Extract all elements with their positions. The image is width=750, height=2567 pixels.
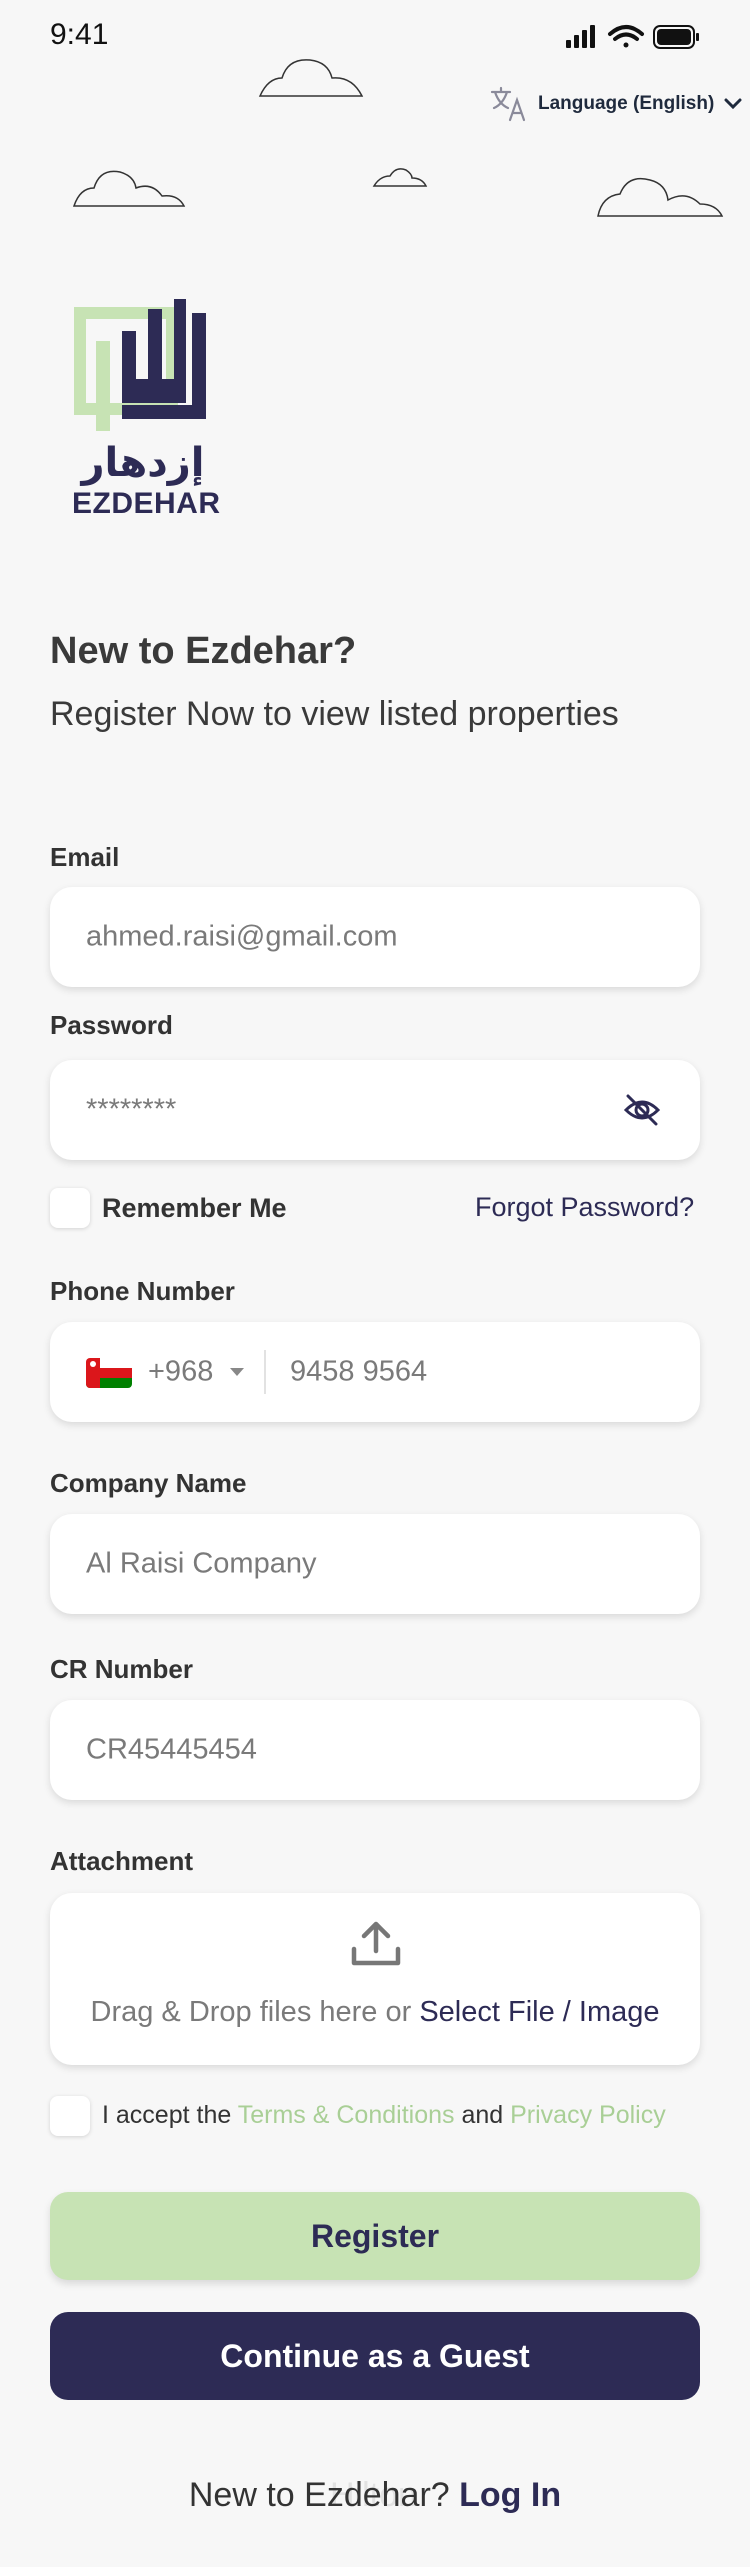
remember-me-label: Remember Me: [102, 1193, 287, 1223]
dropzone-text: Drag & Drop files here or Select File / …: [50, 1996, 700, 2029]
terms-conditions-link[interactable]: Terms & Conditions: [238, 2101, 455, 2129]
status-icons: [566, 25, 699, 49]
caret-down-icon[interactable]: [230, 1368, 244, 1376]
cr-number-field[interactable]: CR45445454: [50, 1700, 700, 1800]
continue-as-guest-button[interactable]: Continue as a Guest: [50, 2312, 700, 2400]
language-selector[interactable]: Language (English): [490, 84, 742, 124]
cloud-decoration: [72, 170, 186, 207]
battery-icon: [653, 25, 699, 49]
eye-off-icon[interactable]: [622, 1090, 662, 1130]
password-field[interactable]: ********: [50, 1060, 700, 1160]
page-subtitle: Register Now to view listed properties: [50, 695, 619, 733]
page-title: New to Ezdehar?: [50, 630, 357, 672]
email-value: ahmed.raisi@gmail.com: [86, 920, 398, 953]
brand-name: EZDEHAR: [72, 487, 221, 520]
signal-icon: [566, 25, 595, 48]
attachment-dropzone[interactable]: Drag & Drop files here or Select File / …: [50, 1893, 700, 2065]
cr-label: CR Number: [50, 1654, 194, 1684]
email-field[interactable]: ahmed.raisi@gmail.com: [50, 887, 700, 987]
password-value: ********: [86, 1093, 177, 1126]
attachment-label: Attachment: [50, 1846, 194, 1876]
cloud-decoration: [258, 59, 364, 97]
email-label: Email: [50, 842, 120, 872]
password-label: Password: [50, 1010, 173, 1040]
oman-flag-icon[interactable]: [86, 1358, 132, 1388]
language-label: Language (English): [538, 93, 715, 114]
divider: [264, 1350, 266, 1394]
cr-value: CR45445454: [86, 1733, 257, 1766]
chevron-down-icon: [724, 98, 742, 110]
phone-field[interactable]: +968 9458 9564: [50, 1322, 700, 1422]
company-label: Company Name: [50, 1468, 247, 1498]
login-prompt: New to Ezdehar? Log In: [0, 2476, 750, 2515]
forgot-password-link[interactable]: Forgot Password?: [475, 1192, 694, 1223]
privacy-policy-link[interactable]: Privacy Policy: [510, 2101, 666, 2129]
wifi-icon: [608, 25, 644, 48]
brand-arabic-name: إزدهار: [81, 440, 205, 486]
country-code[interactable]: +968: [148, 1356, 213, 1389]
logo-mark: [74, 299, 206, 431]
company-name-field[interactable]: Al Raisi Company: [50, 1514, 700, 1614]
drop-instructions: Drag & Drop files here or: [90, 1996, 420, 2028]
terms-checkbox[interactable]: [50, 2096, 90, 2136]
cloud-decoration: [597, 177, 724, 217]
phone-label: Phone Number: [50, 1276, 235, 1306]
select-file-link[interactable]: Select File / Image: [419, 1996, 659, 2028]
upload-icon: [351, 1921, 401, 1966]
login-link[interactable]: Log In: [459, 2476, 561, 2514]
register-button[interactable]: Register: [50, 2192, 700, 2280]
terms-prefix: I accept the: [102, 2101, 238, 2129]
cloud-decoration: [372, 168, 428, 187]
translate-icon: [490, 86, 526, 122]
phone-value: 9458 9564: [290, 1355, 428, 1388]
company-value: Al Raisi Company: [86, 1547, 317, 1580]
brand-logo: إزدهار EZDEHAR: [66, 285, 236, 525]
terms-text: I accept the Terms & Conditions and Priv…: [102, 2101, 666, 2130]
remember-me-checkbox[interactable]: [50, 1188, 90, 1228]
login-prompt-text: New to Ezdehar?: [188, 2476, 460, 2514]
terms-and: and: [454, 2101, 511, 2129]
status-time: 9:41: [50, 18, 109, 51]
